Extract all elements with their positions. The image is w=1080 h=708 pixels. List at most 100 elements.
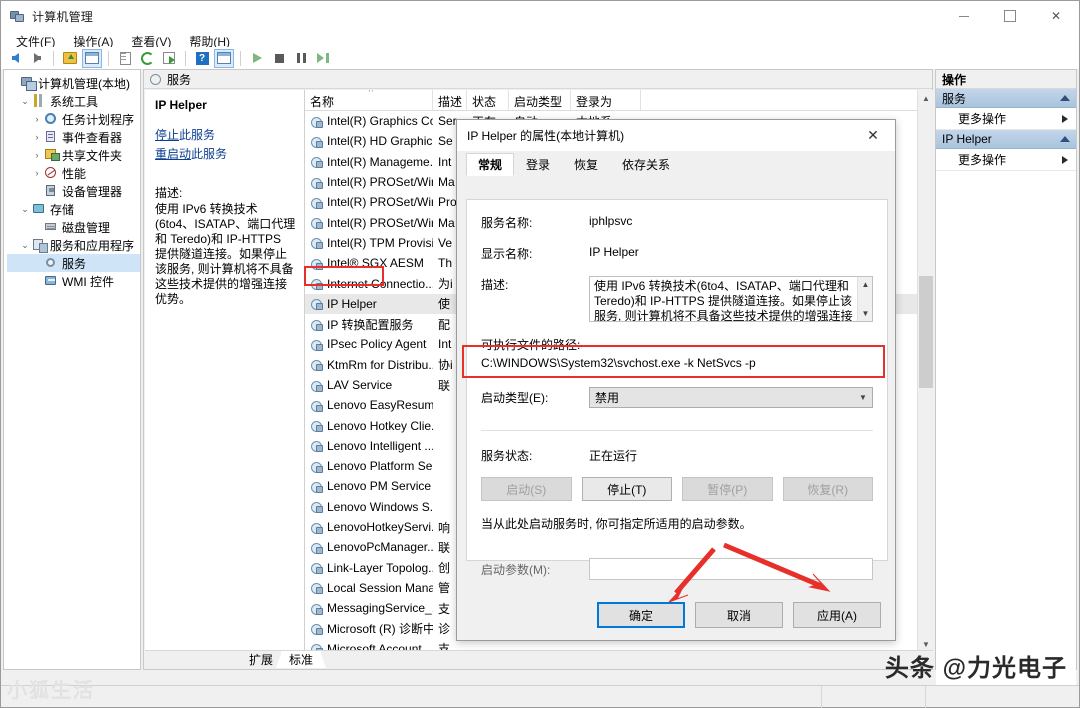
service-icon [310,236,323,250]
show-hide-console-tree-icon[interactable] [82,48,102,68]
column-header-name[interactable]: 名称 ^ [305,90,433,110]
description-scroll-down-icon[interactable]: ▼ [858,306,872,321]
service-icon [310,622,323,636]
dialog-cancel-button[interactable]: 取消 [695,602,783,628]
dev-icon [43,184,59,198]
toolbar-separator [108,50,109,66]
dialog-resume-button[interactable]: 恢复(R) [782,477,873,501]
action-group-ip-helper[interactable]: IP Helper [936,130,1076,149]
tree-node-services[interactable]: 服务 [7,254,140,272]
startup-type-select[interactable]: 禁用 ▼ [589,387,873,408]
service-row-name: Lenovo PM Service [305,479,433,493]
tree-node-disk-management[interactable]: 磁盘管理 [7,218,140,236]
tree-node-shared-folders[interactable]: › 共享文件夹 [7,146,140,164]
tree-twisty-icon[interactable]: › [31,114,43,124]
action-more-actions-ip-helper[interactable]: 更多操作 [936,149,1076,171]
chevron-down-icon[interactable]: ▼ [854,388,872,407]
column-header-description[interactable]: 描述 [433,90,467,110]
forward-icon[interactable] [27,49,47,68]
services-list-scrollbar[interactable]: ▲ ▼ [917,90,933,652]
tree-node-storage[interactable]: ⌄ 存储 [7,200,140,218]
title-bar: 计算机管理 ✕ [1,1,1079,31]
dialog-stop-button[interactable]: 停止(T) [581,477,672,501]
tree-twisty-icon[interactable]: › [31,132,43,142]
pause-service-icon[interactable] [291,49,311,68]
tree-node-performance[interactable]: › 性能 [7,164,140,182]
action-group-services[interactable]: 服务 [936,89,1076,108]
tab-extended[interactable]: 扩展 [236,651,287,668]
dialog-tabs: 常规 登录 恢复 依存关系 [457,151,895,176]
service-row-name: Lenovo EasyResum... [305,398,433,412]
status-bar-segment [821,685,925,708]
dialog-ok-button[interactable]: 确定 [597,602,685,628]
startup-params-input[interactable] [589,558,873,580]
event-icon [43,130,59,144]
tree-twisty-icon[interactable]: › [31,168,43,178]
maximize-button[interactable] [987,1,1033,31]
display-name-value[interactable]: IP Helper [589,245,639,259]
service-icon [310,338,323,351]
submenu-arrow-icon [1062,155,1068,164]
tree-twisty-icon[interactable]: ⌄ [19,240,31,251]
column-header-startup-type[interactable]: 启动类型 [509,90,571,110]
dialog-pause-button[interactable]: 暂停(P) [682,477,773,501]
refresh-icon[interactable] [137,49,157,68]
dialog-tab-recovery[interactable]: 恢复 [562,153,611,176]
help-icon[interactable]: ? [192,49,212,68]
service-icon [310,196,323,209]
properties-icon[interactable] [115,49,135,68]
stop-service-icon[interactable] [269,49,289,68]
export-list-icon[interactable] [159,49,179,68]
close-button[interactable]: ✕ [1033,1,1079,31]
column-header-logon-as[interactable]: 登录为 [571,90,641,110]
action-group-ip-helper-title: IP Helper [942,132,992,146]
service-row-name: Intel(R) HD Graphic... [305,134,433,148]
tree-node-system-tools[interactable]: ⌄ 系统工具 [7,92,140,110]
up-one-level-icon[interactable] [60,49,80,68]
tree-node-services-and-applications[interactable]: ⌄ 服务和应用程序 [7,236,140,254]
tree-node-task-scheduler[interactable]: › 任务计划程序 [7,110,140,128]
description-scroll-up-icon[interactable]: ▲ [858,277,872,292]
startup-params-hint: 当从此处启动服务时, 你可指定所适用的启动参数。 [481,517,752,531]
description-scrollbar[interactable]: ▲ ▼ [857,277,872,321]
tree-twisty-icon[interactable]: ⌄ [19,204,31,215]
dialog-description-label: 描述: [481,278,509,292]
service-row-name: Microsoft (R) 诊断中... [305,620,433,637]
description-textarea[interactable]: 使用 IPv6 转换技术(6to4、ISATAP、端口代理和 Teredo)和 … [589,276,873,322]
service-row-name: Link-Layer Topolog... [305,561,433,575]
tree-twisty-icon[interactable]: ⌄ [19,96,31,107]
restart-service-link[interactable]: 重启动此服务 [155,145,296,162]
restart-service-icon[interactable] [313,49,333,68]
tree-node-wmi-control[interactable]: WMI 控件 [7,272,140,290]
service-row-name: Intel(R) PROSet/Wir... [305,195,433,209]
service-icon [310,277,323,291]
dialog-close-icon[interactable]: ✕ [851,120,895,151]
column-header-status[interactable]: 状态 [467,90,509,110]
console-tree[interactable]: 计算机管理(本地) ⌄ 系统工具 › 任务计划程序 › 事件查看器 › 共享文件夹 › 性能 设备管理… [3,69,141,670]
tab-standard[interactable]: 标准 [276,651,327,668]
service-row-name: Local Session Mana... [305,581,433,595]
tree-node-event-viewer[interactable]: › 事件查看器 [7,128,140,146]
service-detail-panel: IP Helper 停止此服务 重启动此服务 描述: 使用 IPv6 转换技术(… [145,90,305,652]
tree-node-device-manager[interactable]: 设备管理器 [7,182,140,200]
minimize-button[interactable] [941,1,987,31]
action-more-actions-services[interactable]: 更多操作 [936,108,1076,130]
dialog-apply-button[interactable]: 应用(A) [793,602,881,628]
dialog-tab-logon[interactable]: 登录 [514,153,563,176]
tree-node-computer-management[interactable]: 计算机管理(本地) [7,74,140,92]
dialog-tab-general[interactable]: 常规 [466,153,515,176]
start-service-icon[interactable] [247,49,267,68]
tree-node-label: 计算机管理(本地) [38,76,130,91]
scrollbar-thumb[interactable] [919,276,933,388]
watermark-bottom-right: 头条 @力光电子 [884,655,1067,682]
back-icon[interactable] [5,49,25,68]
dialog-tab-dependencies[interactable]: 依存关系 [610,153,683,176]
scroll-up-icon[interactable]: ▲ [918,90,933,106]
tree-twisty-icon[interactable]: › [31,150,43,160]
dialog-start-button[interactable]: 启动(S) [481,477,572,501]
show-action-pane-icon[interactable] [214,48,234,68]
display-name-row: 显示名称: IP Helper [467,245,887,262]
collapse-chevron-icon[interactable] [1060,136,1070,142]
collapse-chevron-icon[interactable] [1060,95,1070,101]
stop-service-link[interactable]: 停止此服务 [155,126,296,143]
